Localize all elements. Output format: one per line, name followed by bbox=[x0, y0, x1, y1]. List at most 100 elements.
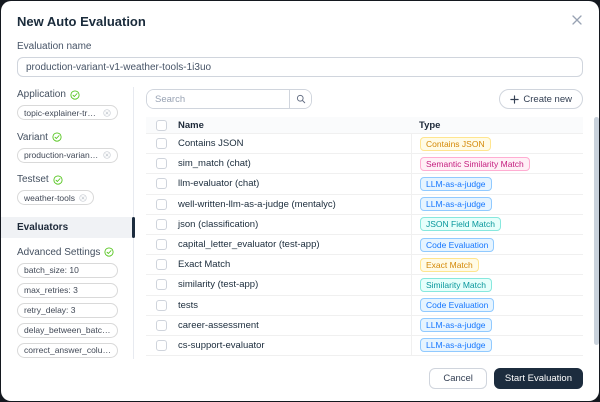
table-row[interactable]: llm-evaluator (chat) LLM-as-a-judge bbox=[146, 174, 583, 194]
row-checkbox[interactable] bbox=[156, 259, 167, 270]
evaluator-type-badge: Code Evaluation bbox=[420, 238, 494, 252]
advanced-settings-tags: batch_size: 10 max_retries: 3 retry_dela… bbox=[17, 263, 117, 358]
search-input[interactable] bbox=[147, 90, 289, 108]
variant-tag[interactable]: production-variant - v1 bbox=[17, 148, 118, 163]
evaluator-type-badge: LLM-as-a-judge bbox=[420, 318, 492, 332]
testset-label: Testset bbox=[17, 174, 49, 185]
table-row[interactable]: Contains JSON Contains JSON bbox=[146, 134, 583, 154]
close-circle-icon[interactable] bbox=[103, 151, 111, 159]
testset-tag-label: weather-tools bbox=[24, 193, 75, 203]
dialog-body: Application topic-explainer-tracedss Var… bbox=[1, 87, 599, 359]
advanced-setting-tag[interactable]: max_retries: 3 bbox=[17, 283, 118, 298]
close-circle-icon[interactable] bbox=[79, 194, 87, 202]
testset-tag[interactable]: weather-tools bbox=[17, 190, 94, 205]
evaluator-type-badge: Semantic Similarity Match bbox=[420, 157, 530, 171]
evaluator-type-badge: LLM-as-a-judge bbox=[420, 197, 492, 211]
check-circle-icon bbox=[104, 247, 114, 257]
evaluator-type-badge: Exact Match bbox=[420, 258, 479, 272]
advanced-setting-tag-label: batch_size: 10 bbox=[24, 265, 79, 275]
search-icon bbox=[296, 94, 306, 104]
row-checkbox[interactable] bbox=[156, 340, 167, 351]
row-checkbox[interactable] bbox=[156, 219, 167, 230]
table-row[interactable]: career-assessment LLM-as-a-judge bbox=[146, 316, 583, 336]
variant-tag-label: production-variant - v1 bbox=[24, 150, 99, 160]
evaluator-name: cs-support-evaluator bbox=[176, 340, 411, 351]
evaluator-name: tests bbox=[176, 300, 411, 311]
evaluator-type-badge: LLM-as-a-judge bbox=[420, 338, 492, 352]
table-row[interactable]: sim_match (chat) Semantic Similarity Mat… bbox=[146, 154, 583, 174]
evaluator-name: similarity (test-app) bbox=[176, 279, 411, 290]
row-checkbox[interactable] bbox=[156, 300, 167, 311]
create-new-button[interactable]: Create new bbox=[499, 89, 583, 109]
evaluator-type-badge: Similarity Match bbox=[420, 278, 492, 292]
row-checkbox[interactable] bbox=[156, 279, 167, 290]
application-tag[interactable]: topic-explainer-tracedss bbox=[17, 105, 118, 120]
evaluation-name-label: Evaluation name bbox=[17, 41, 583, 52]
check-circle-icon bbox=[70, 90, 80, 100]
dialog-title: New Auto Evaluation bbox=[17, 14, 583, 29]
advanced-settings-label: Advanced Settings bbox=[17, 247, 100, 258]
evaluator-type-badge: Contains JSON bbox=[420, 137, 491, 151]
application-group: Application topic-explainer-tracedss bbox=[17, 89, 117, 121]
evaluators-header-label: Evaluators bbox=[17, 222, 68, 233]
row-checkbox[interactable] bbox=[156, 158, 167, 169]
evaluator-name: json (classification) bbox=[176, 219, 411, 230]
evaluators-table: Name Type Contains JSON Contains JSON si… bbox=[146, 117, 583, 356]
dialog-footer: Cancel Start Evaluation bbox=[1, 359, 599, 401]
close-button[interactable] bbox=[569, 12, 585, 28]
advanced-setting-tag-label: delay_between_batches: 5 bbox=[24, 325, 111, 335]
row-checkbox[interactable] bbox=[156, 320, 167, 331]
advanced-setting-tag-label: retry_delay: 3 bbox=[24, 305, 76, 315]
table-row[interactable]: json (classification) JSON Field Match bbox=[146, 215, 583, 235]
table-row[interactable]: tests Code Evaluation bbox=[146, 296, 583, 316]
start-evaluation-button[interactable]: Start Evaluation bbox=[494, 368, 583, 389]
evaluation-name-input[interactable] bbox=[17, 57, 583, 77]
evaluator-name: Exact Match bbox=[176, 259, 411, 270]
evaluator-name: capital_letter_evaluator (test-app) bbox=[176, 239, 411, 250]
check-circle-icon bbox=[53, 175, 63, 185]
dialog-header: New Auto Evaluation bbox=[1, 1, 599, 29]
table-row[interactable]: Exact Match Exact Match bbox=[146, 255, 583, 275]
evaluator-name: llm-evaluator (chat) bbox=[176, 178, 411, 189]
evaluator-name: sim_match (chat) bbox=[176, 158, 411, 169]
testset-label-row: Testset bbox=[17, 174, 117, 185]
table-row[interactable]: well-written-llm-as-a-judge (mentalyc) L… bbox=[146, 195, 583, 215]
evaluator-type-badge: Code Evaluation bbox=[420, 298, 494, 312]
evaluators-panel: Create new Name Type Contains JSON Conta… bbox=[134, 87, 599, 359]
evaluator-name: well-written-llm-as-a-judge (mentalyc) bbox=[176, 199, 411, 210]
type-column-header: Type bbox=[411, 117, 583, 133]
plus-icon bbox=[510, 95, 519, 104]
sidebar-item-evaluators[interactable]: Evaluators bbox=[1, 217, 133, 238]
search-button[interactable] bbox=[289, 90, 311, 108]
variant-group: Variant production-variant - v1 bbox=[17, 132, 117, 164]
table-header: Name Type bbox=[146, 117, 583, 134]
configuration-sidebar: Application topic-explainer-tracedss Var… bbox=[1, 87, 134, 359]
select-all-checkbox[interactable] bbox=[156, 120, 167, 131]
advanced-setting-tag[interactable]: delay_between_batches: 5 bbox=[17, 323, 118, 338]
application-label: Application bbox=[17, 89, 66, 100]
advanced-setting-tag[interactable]: retry_delay: 3 bbox=[17, 303, 118, 318]
application-label-row: Application bbox=[17, 89, 117, 100]
row-checkbox[interactable] bbox=[156, 138, 167, 149]
evaluation-name-section: Evaluation name bbox=[1, 29, 599, 77]
application-tag-label: topic-explainer-tracedss bbox=[24, 108, 99, 118]
table-row[interactable]: cs-support-evaluator LLM-as-a-judge bbox=[146, 336, 583, 356]
close-icon bbox=[572, 15, 582, 25]
table-scrollbar[interactable] bbox=[594, 117, 599, 345]
name-column-header: Name bbox=[176, 120, 411, 131]
row-checkbox[interactable] bbox=[156, 199, 167, 210]
table-row[interactable]: capital_letter_evaluator (test-app) Code… bbox=[146, 235, 583, 255]
advanced-setting-tag[interactable]: correct_answer_column: corre... bbox=[17, 343, 118, 358]
advanced-setting-tag-label: correct_answer_column: corre... bbox=[24, 345, 111, 355]
create-new-label: Create new bbox=[523, 94, 572, 105]
evaluator-name: career-assessment bbox=[176, 320, 411, 331]
row-checkbox[interactable] bbox=[156, 239, 167, 250]
evaluators-toolbar: Create new bbox=[146, 89, 583, 109]
row-checkbox[interactable] bbox=[156, 178, 167, 189]
table-row[interactable]: similarity (test-app) Similarity Match bbox=[146, 275, 583, 295]
advanced-setting-tag[interactable]: batch_size: 10 bbox=[17, 263, 118, 278]
cancel-button[interactable]: Cancel bbox=[429, 368, 487, 389]
advanced-settings-label-row: Advanced Settings bbox=[17, 247, 117, 258]
close-circle-icon[interactable] bbox=[103, 109, 111, 117]
search-field bbox=[146, 89, 312, 109]
